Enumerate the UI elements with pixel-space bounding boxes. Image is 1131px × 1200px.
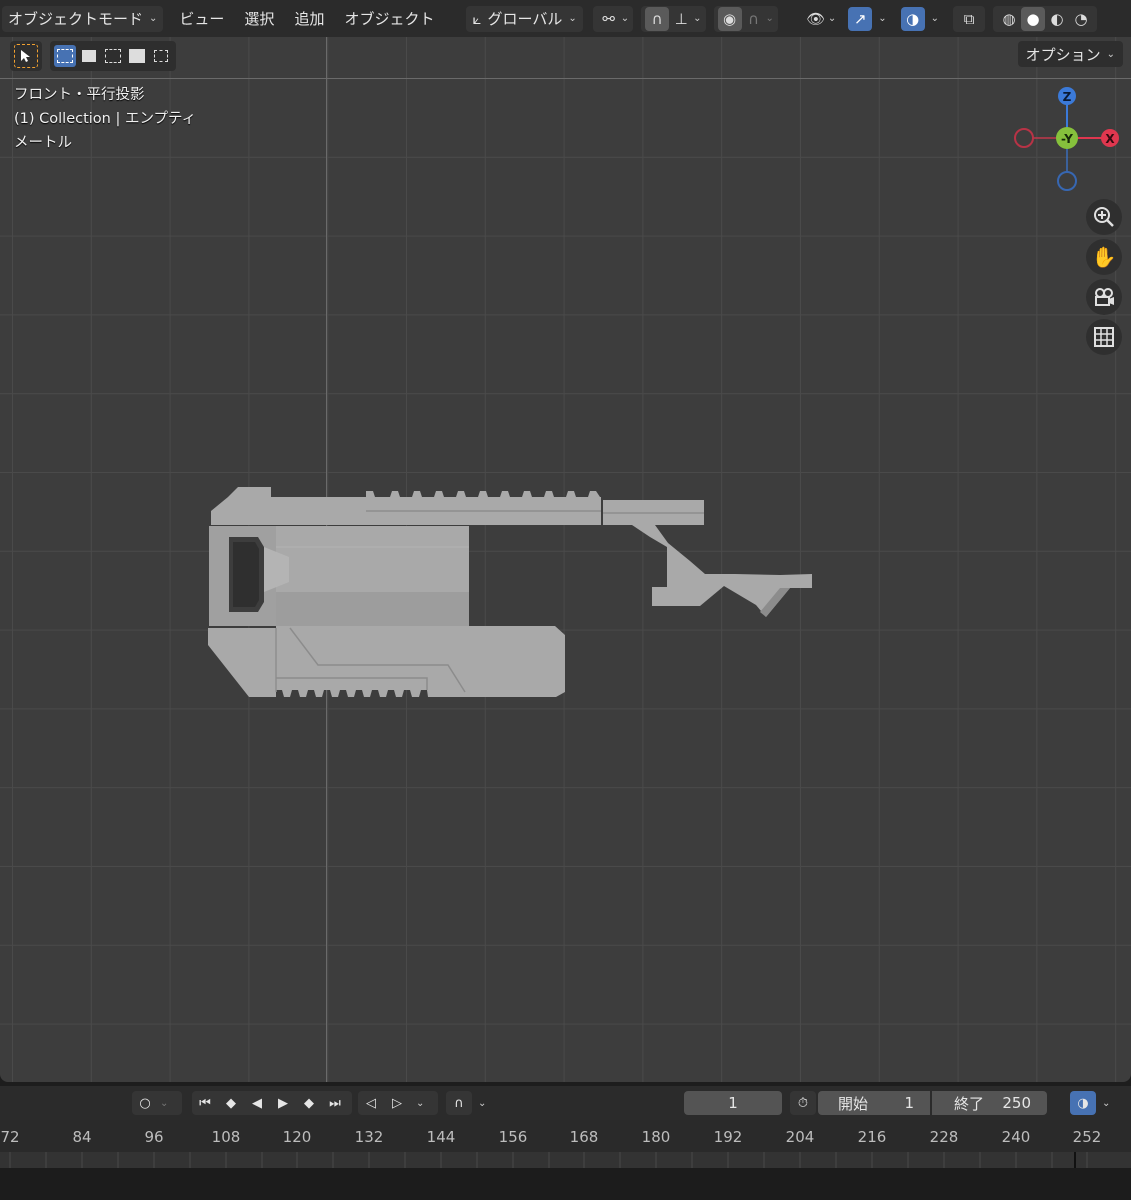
chevron-down-icon[interactable]: ⌄ xyxy=(766,13,774,24)
overlay-toggle-icon[interactable]: ◑ xyxy=(1070,1091,1096,1115)
play-icon[interactable]: ▶ xyxy=(270,1091,296,1115)
end-value: 250 xyxy=(1002,1094,1031,1112)
material-shading-icon[interactable]: ◐ xyxy=(1045,7,1069,31)
3d-viewport[interactable]: オプション ⌄ フロント・平行投影 (1) Collection | エンプティ … xyxy=(0,37,1131,1082)
falloff-curve-icon[interactable]: ∩ xyxy=(742,7,766,31)
stopwatch-icon: ⏱ xyxy=(797,1095,809,1111)
keyframe-circle-icon: ○ xyxy=(139,1095,151,1111)
top-rail xyxy=(211,487,601,525)
transform-orientation-dropdown[interactable]: ⟀ グローバル ⌄ xyxy=(466,5,583,32)
start-frame-field[interactable]: 開始 1 xyxy=(818,1091,930,1115)
solid-shading-icon[interactable]: ● xyxy=(1021,6,1046,31)
overlays-toggle-icon[interactable]: ◑ xyxy=(900,6,925,31)
frame-tick: 216 xyxy=(857,1128,887,1146)
prev-keyframe-icon[interactable]: ◆ xyxy=(218,1091,244,1115)
frame-tick: 84 xyxy=(72,1128,92,1146)
viewport-header: オブジェクトモード ⌄ ビュー 選択 追加 オブジェクト ⟀ グローバル ⌄ ⚯ ⌄ … xyxy=(0,0,1131,37)
menu-object[interactable]: オブジェクト xyxy=(338,6,440,32)
frame-tick: 240 xyxy=(1001,1128,1031,1146)
playback-controls: ⏮ ◆ ◀ ▶ ◆ ⏭ xyxy=(192,1091,352,1115)
chevron-down-icon: ⌄ xyxy=(160,1097,169,1109)
overlays-dropdown: ◑ ⌄ xyxy=(897,6,943,32)
jump-start-icon[interactable]: ⏮ xyxy=(192,1091,218,1115)
end-frame-field[interactable]: 終了 250 xyxy=(932,1091,1047,1115)
chevron-down-icon: ⌄ xyxy=(827,13,837,24)
chevron-down-icon[interactable]: ⌄ xyxy=(1102,1098,1110,1109)
auto-key-dropdown: ∩ ⌄ xyxy=(446,1091,498,1115)
snap-magnet-icon[interactable]: ∩ xyxy=(645,6,670,31)
frame-tick: 144 xyxy=(426,1128,456,1146)
timeline-scrub-area[interactable] xyxy=(0,1152,1131,1168)
frame-tick: 204 xyxy=(785,1128,815,1146)
shading-group: ◍ ● ◐ ◔ xyxy=(993,5,1098,32)
chevron-down-icon: ⌄ xyxy=(149,13,158,24)
next-key-icon[interactable]: ▷ xyxy=(384,1091,410,1115)
gizmo-toggle-icon[interactable]: ↗ xyxy=(848,6,873,31)
mode-label: オブジェクトモード xyxy=(8,10,144,28)
frame-tick: 180 xyxy=(641,1128,671,1146)
frame-tick: 228 xyxy=(929,1128,959,1146)
wireframe-shading-icon[interactable]: ◍ xyxy=(997,7,1021,31)
gun-model[interactable] xyxy=(0,37,1131,1082)
pivot-dropdown[interactable]: ⚯ ⌄ xyxy=(592,5,634,32)
frame-tick: 132 xyxy=(354,1128,384,1146)
frame-tick: 72 xyxy=(0,1128,20,1146)
next-keyframe-icon[interactable]: ◆ xyxy=(296,1091,322,1115)
frame-tick: 252 xyxy=(1072,1128,1102,1146)
menu-view[interactable]: ビュー xyxy=(173,6,230,32)
start-value: 1 xyxy=(904,1094,914,1112)
timeline-overlay-dropdown: ◑ ⌄ xyxy=(1070,1091,1124,1115)
current-frame-value: 1 xyxy=(728,1094,738,1112)
play-reverse-icon[interactable]: ◀ xyxy=(244,1091,270,1115)
chevron-down-icon: ⌄ xyxy=(620,13,630,24)
start-label: 開始 xyxy=(838,1094,869,1113)
chevron-down-icon[interactable]: ⌄ xyxy=(693,13,701,24)
proportional-editing-icon[interactable]: ◉ xyxy=(717,6,742,31)
eye-icon: 👁 xyxy=(806,9,826,28)
visibility-dropdown[interactable]: 👁 ⌄ xyxy=(800,6,840,32)
frame-tick: 192 xyxy=(713,1128,743,1146)
chevron-down-icon[interactable]: ⌄ xyxy=(878,13,886,24)
current-frame-field[interactable]: 1 xyxy=(684,1091,782,1115)
status-bar xyxy=(0,1168,1131,1200)
menu-select[interactable]: 選択 xyxy=(238,6,280,32)
frame-tick: 108 xyxy=(211,1128,241,1146)
gizmo-dropdown: ↗ ⌄ xyxy=(844,6,890,32)
frame-ticks xyxy=(9,1152,1088,1168)
frame-tick: 156 xyxy=(498,1128,528,1146)
orientation-icon: ⟀ xyxy=(472,9,482,28)
rendered-shading-icon[interactable]: ◔ xyxy=(1069,7,1093,31)
keyframe-step-controls: ◁ ▷ ⌄ xyxy=(358,1091,438,1115)
frame-tick: 168 xyxy=(569,1128,599,1146)
snap-keying-icon[interactable]: ∩ xyxy=(446,1091,472,1115)
snap-group: ∩ ⊥ ⌄ xyxy=(641,5,706,32)
preview-range-toggle[interactable]: ⏱ xyxy=(790,1091,816,1115)
orientation-label: グローバル xyxy=(487,10,563,28)
end-label: 終了 xyxy=(954,1094,985,1113)
stock-part xyxy=(603,500,812,617)
jump-end-icon[interactable]: ⏭ xyxy=(322,1091,348,1115)
xray-toggle[interactable]: ⧉ xyxy=(953,5,986,32)
link-pivot-icon: ⚯ xyxy=(602,9,615,28)
snap-increment-icon[interactable]: ⊥ xyxy=(669,7,693,31)
xray-icon: ⧉ xyxy=(963,9,975,28)
chevron-down-icon: ⌄ xyxy=(568,13,577,24)
frame-tick: 120 xyxy=(282,1128,312,1146)
lower-section xyxy=(208,626,565,697)
chevron-down-icon[interactable]: ⌄ xyxy=(478,1098,486,1109)
mode-dropdown[interactable]: オブジェクトモード ⌄ xyxy=(2,5,164,32)
frame-tick: 96 xyxy=(144,1128,164,1146)
prev-key-icon[interactable]: ◁ xyxy=(358,1091,384,1115)
menu-add[interactable]: 追加 xyxy=(288,6,330,32)
chevron-down-icon[interactable]: ⌄ xyxy=(931,13,939,24)
timeline-header: ○ ⌄ ⏮ ◆ ◀ ▶ ◆ ⏭ ◁ ▷ ⌄ ∩ ⌄ 1 ⏱ 開始 1 終了 250… xyxy=(0,1086,1131,1120)
chevron-down-icon[interactable]: ⌄ xyxy=(416,1098,424,1109)
keying-dropdown[interactable]: ○ ⌄ xyxy=(132,1091,182,1115)
proportional-group: ◉ ∩ ⌄ xyxy=(713,5,778,32)
